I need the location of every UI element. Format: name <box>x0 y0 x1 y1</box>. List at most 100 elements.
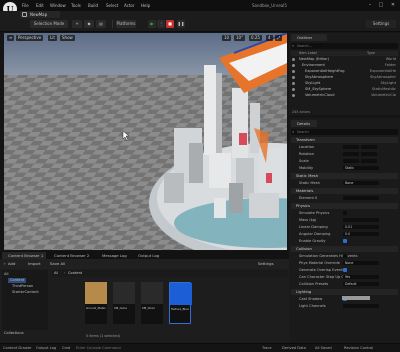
visibility-icon[interactable] <box>292 76 295 79</box>
console-input[interactable]: Enter Console Command <box>76 346 121 350</box>
outliner-row[interactable]: ExponentialHeightFog ExponentialHe <box>291 69 398 74</box>
menu-actor[interactable]: Actor <box>124 3 135 8</box>
asset-tile[interactable]: SM_Cube <box>113 282 135 324</box>
prop-value-field[interactable]: Static <box>343 166 379 170</box>
output-log-button[interactable]: Output Log <box>36 346 56 350</box>
play-icon[interactable]: ▶ <box>148 20 156 28</box>
prop-value-field[interactable] <box>343 152 359 156</box>
angle-snap-value[interactable]: 10° <box>234 35 246 41</box>
prop-value-field[interactable] <box>343 196 379 200</box>
perspective-button[interactable]: Perspective <box>16 35 44 41</box>
viewport-options-icon[interactable]: ≡ <box>7 35 15 41</box>
content-settings-button[interactable]: Settings <box>258 261 274 267</box>
path-segment[interactable]: Content <box>68 271 82 275</box>
prop-value-field[interactable]: Yes <box>343 275 379 279</box>
lit-button[interactable]: Lit <box>48 35 57 41</box>
save-icon[interactable] <box>22 12 27 17</box>
menu-edit[interactable]: Edit <box>36 3 44 8</box>
outliner-row[interactable]: SM_SkySphere StaticMeshAc <box>291 87 398 92</box>
content-drawer-button[interactable]: Content Drawer <box>3 346 32 350</box>
tree-item[interactable]: ThirdPerson <box>12 284 33 289</box>
visibility-icon[interactable] <box>292 94 295 97</box>
level-viewport[interactable] <box>4 33 287 250</box>
outliner-tab[interactable]: Outliner <box>291 34 327 41</box>
maximize-viewport-icon[interactable]: ⤢ <box>275 35 283 41</box>
outliner-row[interactable]: Environment Folder <box>291 63 398 68</box>
prop-value-field[interactable] <box>361 152 377 156</box>
outliner-header-type[interactable]: Type <box>367 51 375 55</box>
outliner-row[interactable]: SkyAtmosphere SkyAtmospher <box>291 75 398 80</box>
details-section-static-mesh[interactable]: Static Mesh <box>291 173 398 179</box>
derived-data-button[interactable]: Derived Data <box>282 346 306 350</box>
pause-icon[interactable]: ❚❚ <box>177 20 185 28</box>
prop-value-field[interactable] <box>361 145 377 149</box>
prop-value-field[interactable]: None <box>343 261 379 265</box>
outliner-row[interactable]: NewMap (Editor) World <box>291 57 398 62</box>
asset-tile[interactable]: Ground_Material <box>85 282 107 324</box>
camera-speed-value[interactable]: 4 <box>266 35 273 41</box>
tab-message-log[interactable]: Message Log <box>96 252 130 259</box>
visibility-icon[interactable] <box>292 70 295 73</box>
prop-value-field[interactable]: 0.0 <box>343 232 379 236</box>
details-section-collision[interactable]: Collision <box>291 246 398 252</box>
menu-window[interactable]: Window <box>50 3 66 8</box>
tab-output-log[interactable]: Output Log <box>132 252 166 259</box>
checkbox[interactable] <box>343 254 347 258</box>
menu-build[interactable]: Build <box>88 3 98 8</box>
prop-value-field[interactable] <box>343 159 359 163</box>
prop-value-field[interactable]: 0.01 <box>343 225 379 229</box>
outliner-row[interactable]: VolumetricCloud VolumetricClo <box>291 93 398 98</box>
prop-value-field[interactable]: Default <box>343 282 379 286</box>
all-saved-indicator[interactable]: All Saved <box>315 346 332 350</box>
details-section-transform[interactable]: Transform <box>291 137 398 143</box>
import-button[interactable]: Import <box>28 261 41 267</box>
details-section-physics[interactable]: Physics <box>291 203 398 209</box>
scale-snap-value[interactable]: 0.25 <box>249 35 262 41</box>
prop-value-field[interactable] <box>343 218 379 222</box>
color-swatch[interactable] <box>342 296 370 300</box>
grid-snap-value[interactable]: 10 <box>222 35 232 41</box>
revision-control-button[interactable]: Revision Control <box>344 346 373 350</box>
save-all-button[interactable]: Save All <box>50 261 65 267</box>
details-search-input[interactable]: ⌕ Search <box>291 129 398 135</box>
visibility-icon[interactable] <box>292 64 295 67</box>
tree-item-selected[interactable]: Content <box>8 278 27 283</box>
checkbox[interactable] <box>343 239 347 243</box>
show-button[interactable]: Show <box>60 35 75 41</box>
visibility-icon[interactable] <box>292 88 295 91</box>
close-icon[interactable]: ✕ <box>389 2 397 9</box>
asset-tile[interactable]: SM_Chair <box>141 282 163 324</box>
tab-content-browser-1[interactable]: Content Browser 1 <box>2 252 46 259</box>
outliner-search-input[interactable]: ⌕ Search... <box>291 43 398 49</box>
checkbox[interactable] <box>343 211 347 215</box>
platforms-button[interactable]: Platforms <box>116 20 136 28</box>
tree-item[interactable]: All <box>4 272 8 277</box>
outliner-row[interactable]: SkyLight SkyLight <box>291 81 398 86</box>
trace-button[interactable]: Trace <box>262 346 272 350</box>
add-icon[interactable]: + <box>3 261 6 267</box>
settings-button[interactable]: Settings <box>366 20 396 28</box>
menu-file[interactable]: File <box>22 3 29 8</box>
tree-item[interactable]: StarterContent <box>12 290 39 295</box>
cmd-button[interactable]: Cmd <box>62 346 70 350</box>
visibility-icon[interactable] <box>292 82 295 85</box>
cinematics-icon[interactable]: ▤ <box>96 20 106 28</box>
blueprint-icon[interactable]: ◆ <box>84 20 94 28</box>
outliner-header-label[interactable]: Item Label <box>299 51 317 55</box>
asset-tile-selected[interactable]: Texture_Blue <box>169 282 192 324</box>
menu-tools[interactable]: Tools <box>71 3 81 8</box>
prop-value-field[interactable] <box>361 159 377 163</box>
visibility-icon[interactable] <box>292 58 295 61</box>
details-section-lighting[interactable]: Lighting <box>291 289 398 295</box>
details-tab[interactable]: Details <box>291 120 317 127</box>
add-actor-icon[interactable]: + <box>72 20 82 28</box>
prop-value-field[interactable]: None <box>343 181 379 185</box>
details-section-materials[interactable]: Materials <box>291 188 398 194</box>
selection-mode-button[interactable]: Selection Mode <box>30 20 68 28</box>
minimize-icon[interactable]: – <box>366 2 374 9</box>
prop-value-field[interactable] <box>343 304 379 308</box>
menu-select[interactable]: Select <box>106 3 118 8</box>
prop-value-field[interactable] <box>343 145 359 149</box>
collections-header[interactable]: Collections <box>4 331 24 336</box>
menu-help[interactable]: Help <box>141 3 150 8</box>
